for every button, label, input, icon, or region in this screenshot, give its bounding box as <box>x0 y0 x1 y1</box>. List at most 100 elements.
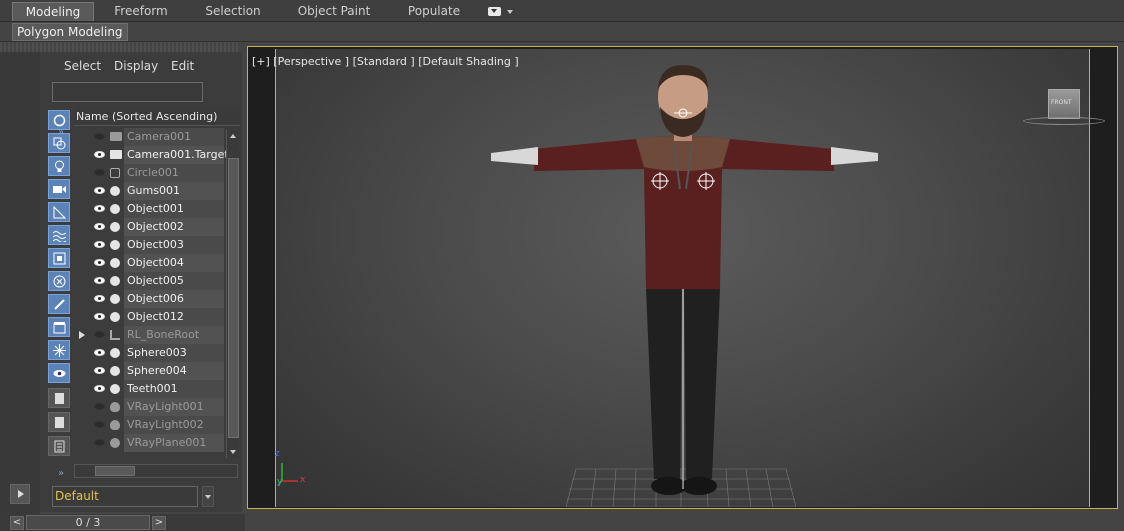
character-model[interactable] <box>491 65 878 495</box>
object-name: VRayPlane001 <box>124 434 224 452</box>
viewcube-compass-ring[interactable] <box>1023 117 1105 125</box>
visibility-eye-icon[interactable] <box>94 169 105 176</box>
expand-chevron-icon[interactable]: » <box>58 127 64 138</box>
viewcube[interactable]: FRONT <box>1048 89 1080 119</box>
geometry-icon <box>110 258 120 268</box>
frame-counter[interactable]: 0 / 3 <box>26 515 150 530</box>
list-item[interactable]: Object005 <box>74 272 224 290</box>
previous-frame-button[interactable]: < <box>10 516 24 530</box>
list-item[interactable]: Circle001 <box>74 164 224 182</box>
explorer-vertical-scrollbar[interactable] <box>226 130 239 458</box>
visibility-eye-icon[interactable] <box>94 133 105 140</box>
ribbon-panel: Polygon Modeling <box>0 22 1124 42</box>
visibility-eye-icon[interactable] <box>94 421 105 428</box>
list-item[interactable]: VRayPlane001 <box>74 434 224 452</box>
list-item[interactable]: Object001 <box>74 200 224 218</box>
collapse-chevron-icon[interactable]: » <box>58 468 64 479</box>
filter-frozen-button[interactable] <box>48 340 70 360</box>
visibility-eye-icon[interactable] <box>94 205 105 212</box>
list-item[interactable]: Object004 <box>74 254 224 272</box>
list-item[interactable]: Object003 <box>74 236 224 254</box>
list-item[interactable]: Object012 <box>74 308 224 326</box>
display-references-button[interactable] <box>48 436 70 456</box>
scroll-down-icon[interactable] <box>230 450 236 454</box>
document-icon <box>53 440 66 453</box>
visibility-eye-icon[interactable] <box>94 439 105 446</box>
menu-display[interactable]: Display <box>114 59 158 73</box>
scene-object-list: Camera001 Camera001.Target Circle001 Gums00… <box>74 128 229 452</box>
tab-populate[interactable]: Populate <box>396 2 472 21</box>
list-item[interactable]: Gums001 <box>74 182 224 200</box>
object-name: Object012 <box>124 308 224 326</box>
menu-edit[interactable]: Edit <box>171 59 194 73</box>
ribbon-options-icon[interactable] <box>488 7 501 16</box>
visibility-eye-icon[interactable] <box>94 403 105 410</box>
list-item[interactable]: Sphere004 <box>74 362 224 380</box>
ribbon-options-caret-icon[interactable] <box>507 10 513 14</box>
polygon-modeling-button[interactable]: Polygon Modeling <box>12 23 128 41</box>
toolbar-grip <box>0 42 240 52</box>
next-frame-button[interactable]: > <box>152 516 166 530</box>
list-item[interactable]: Sphere003 <box>74 344 224 362</box>
filter-helpers-button[interactable] <box>48 202 70 222</box>
tab-selection[interactable]: Selection <box>194 2 272 21</box>
filter-containers-button[interactable] <box>48 317 70 337</box>
ribbon-tab-bar: Modeling Freeform Selection Object Paint… <box>0 0 1124 22</box>
explorer-horizontal-scrollbar[interactable] <box>74 464 238 478</box>
object-name: Sphere003 <box>124 344 224 362</box>
visibility-eye-icon[interactable] <box>94 259 105 266</box>
display-children-button[interactable] <box>48 412 70 432</box>
object-name: Sphere004 <box>124 362 224 380</box>
ruler-icon <box>53 205 67 219</box>
visibility-eye-icon[interactable] <box>94 295 105 302</box>
visibility-eye-icon[interactable] <box>94 151 105 158</box>
scroll-up-icon[interactable] <box>230 134 236 138</box>
horizontal-scrollbar-thumb[interactable] <box>95 466 135 476</box>
object-name: Teeth001 <box>124 380 224 398</box>
visibility-eye-icon[interactable] <box>94 385 105 392</box>
time-slider[interactable]: < 0 / 3 > <box>0 514 245 531</box>
visibility-eye-icon[interactable] <box>94 241 105 248</box>
camera-icon <box>53 183 66 196</box>
menu-select[interactable]: Select <box>64 59 101 73</box>
filter-hidden-button[interactable] <box>48 363 70 383</box>
list-icon <box>53 392 66 405</box>
chevron-down-icon[interactable] <box>202 486 214 507</box>
filter-cameras-button[interactable] <box>48 179 70 199</box>
filter-groups-button[interactable] <box>48 248 70 268</box>
expand-panel-button[interactable] <box>10 484 30 504</box>
list-item[interactable]: VRayLight001 <box>74 398 224 416</box>
filter-lights-button[interactable] <box>48 156 70 176</box>
scrollbar-thumb[interactable] <box>228 158 239 438</box>
explorer-search-input[interactable] <box>52 82 203 102</box>
list-item[interactable]: Camera001 <box>74 128 224 146</box>
display-options-button[interactable] <box>48 388 70 408</box>
list-item[interactable]: Teeth001 <box>74 380 224 398</box>
perspective-viewport[interactable]: [+] [Perspective ] [Standard ] [Default … <box>252 49 1105 507</box>
filter-xrefs-button[interactable] <box>48 271 70 291</box>
list-item[interactable]: Object006 <box>74 290 224 308</box>
visibility-eye-icon[interactable] <box>94 331 105 338</box>
tab-modeling[interactable]: Modeling <box>12 2 94 21</box>
explorer-menu: Select Display Edit <box>40 52 242 78</box>
visibility-eye-icon[interactable] <box>94 223 105 230</box>
filter-bones-button[interactable] <box>48 294 70 314</box>
filter-spacewarps-button[interactable] <box>48 225 70 245</box>
list-item[interactable]: Object002 <box>74 218 224 236</box>
tab-freeform[interactable]: Freeform <box>102 2 180 21</box>
tab-object-paint[interactable]: Object Paint <box>290 2 378 21</box>
visibility-eye-icon[interactable] <box>94 277 105 284</box>
visibility-eye-icon[interactable] <box>94 313 105 320</box>
list-item[interactable]: Camera001.Target <box>74 146 229 164</box>
viewport-label-menu[interactable]: [+] [Perspective ] [Standard ] [Default … <box>252 55 519 68</box>
name-column-header[interactable]: Name (Sorted Ascending) <box>74 108 240 126</box>
viewport-frame[interactable]: [+] [Perspective ] [Standard ] [Default … <box>247 46 1118 509</box>
visibility-eye-icon[interactable] <box>94 187 105 194</box>
expand-arrow-icon[interactable] <box>79 331 85 339</box>
object-name: VRayLight001 <box>124 398 224 416</box>
visibility-eye-icon[interactable] <box>94 367 105 374</box>
layer-dropdown[interactable]: Default <box>52 486 198 507</box>
visibility-eye-icon[interactable] <box>94 349 105 356</box>
list-item[interactable]: RL_BoneRoot <box>74 326 224 344</box>
list-item[interactable]: VRayLight002 <box>74 416 224 434</box>
